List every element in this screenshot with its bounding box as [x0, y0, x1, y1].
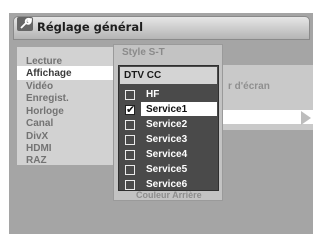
- page-title: Réglage général: [37, 20, 144, 34]
- behind-menu-text: Couleur Arrière: [136, 190, 202, 200]
- menu-item-canal[interactable]: Canal: [26, 118, 53, 129]
- arrow-right-icon[interactable]: [301, 111, 311, 125]
- checkbox-hf[interactable]: [125, 90, 135, 100]
- menu-item-divx[interactable]: DivX: [26, 131, 48, 142]
- checkbox-service5[interactable]: [125, 165, 135, 175]
- option-label-hf[interactable]: HF: [146, 89, 159, 100]
- menu-item-enregist[interactable]: Enregist.: [26, 93, 69, 104]
- menu-item-lecture[interactable]: Lecture: [26, 56, 62, 67]
- checkbox-service6[interactable]: [125, 180, 135, 190]
- wrench-icon: [17, 17, 33, 31]
- option-label-service6[interactable]: Service6: [146, 179, 187, 190]
- popup-title: Style S-T: [122, 47, 165, 58]
- checkbox-service4[interactable]: [125, 150, 135, 160]
- option-label-service3[interactable]: Service3: [146, 134, 187, 145]
- option-label-service5[interactable]: Service5: [146, 164, 187, 175]
- option-label-service1[interactable]: Service1: [146, 104, 187, 115]
- menu-item-horloge[interactable]: Horloge: [26, 106, 64, 117]
- option-label-service4[interactable]: Service4: [146, 149, 187, 160]
- selector-header-text: DTV CC: [124, 70, 162, 81]
- option-label-service2[interactable]: Service2: [146, 119, 187, 130]
- menu-item-raz[interactable]: RAZ: [26, 155, 47, 166]
- right-panel-text: r d'écran: [228, 81, 270, 92]
- menu-item-video[interactable]: Vidéo: [26, 81, 53, 92]
- menu-item-hdmi[interactable]: HDMI: [26, 143, 52, 154]
- checkmark-icon: ✔: [126, 103, 136, 116]
- menu-item-affichage[interactable]: Affichage: [26, 68, 72, 79]
- right-panel-highlight: [214, 110, 313, 124]
- checkbox-service3[interactable]: [125, 135, 135, 145]
- checkbox-service2[interactable]: [125, 120, 135, 130]
